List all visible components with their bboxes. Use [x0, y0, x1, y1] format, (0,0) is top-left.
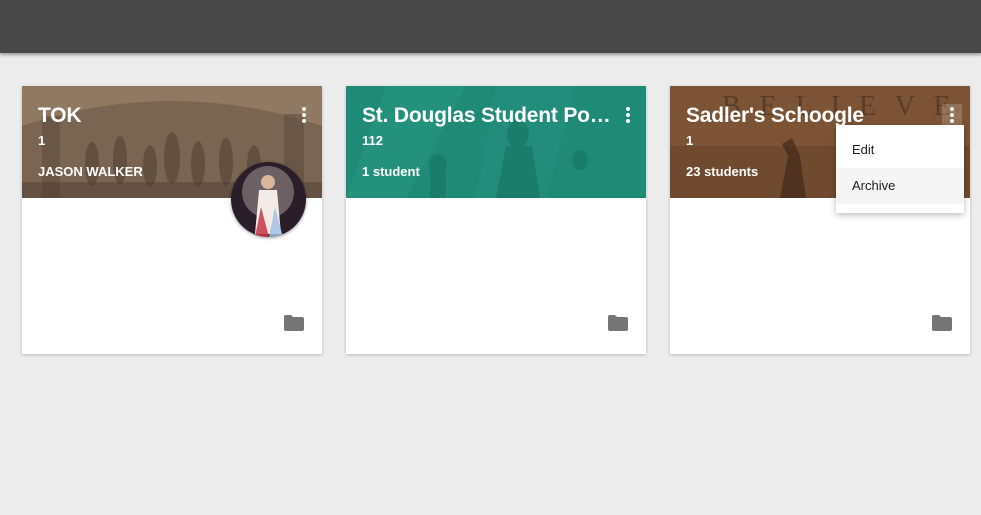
class-title[interactable]: St. Douglas Student Portfolio — [362, 104, 612, 128]
teacher-avatar — [231, 162, 306, 237]
class-section: 1 — [686, 133, 694, 148]
more-vert-icon[interactable] — [618, 104, 638, 126]
folder-icon[interactable] — [932, 315, 952, 331]
student-count: 1 student — [362, 164, 420, 179]
header-artwork — [346, 86, 646, 198]
class-section: 1 — [38, 133, 46, 148]
teacher-name: JASON WALKER — [38, 164, 143, 179]
student-count: 23 students — [686, 164, 759, 179]
class-card-tok[interactable]: TOK 1 JASON WALKER — [22, 86, 322, 354]
class-options-menu: Edit Archive — [836, 125, 964, 213]
menu-item-edit[interactable]: Edit — [836, 132, 964, 168]
more-vert-icon[interactable] — [294, 104, 314, 126]
class-card-st-douglas[interactable]: St. Douglas Student Portfolio 112 1 stud… — [346, 86, 646, 354]
class-section: 112 — [362, 133, 383, 148]
more-vert-icon[interactable] — [942, 104, 962, 126]
menu-item-archive[interactable]: Archive — [836, 168, 964, 204]
folder-icon[interactable] — [608, 315, 628, 331]
class-title[interactable]: TOK — [38, 104, 288, 128]
folder-icon[interactable] — [284, 315, 304, 331]
class-card-header[interactable]: St. Douglas Student Portfolio 112 1 stud… — [346, 86, 646, 198]
top-app-bar — [0, 0, 981, 53]
